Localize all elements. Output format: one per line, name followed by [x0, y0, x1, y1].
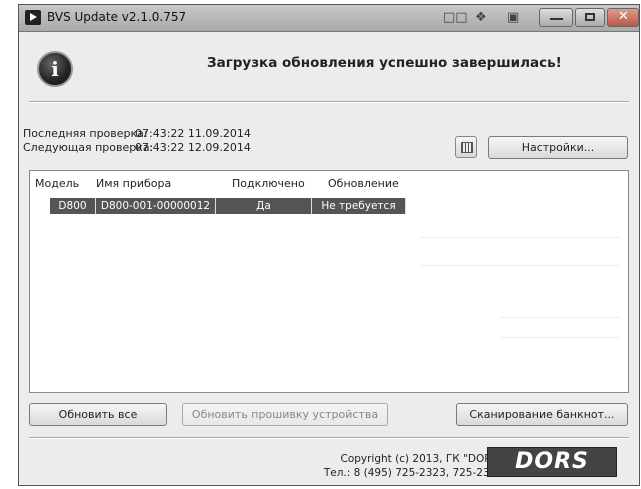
- screens-icon[interactable]: □□: [443, 10, 468, 26]
- cell-update: Не требуется: [312, 198, 406, 214]
- copyright-text: Copyright (c) 2013, ГК "DORS": [340, 453, 503, 465]
- column-header-update[interactable]: Обновление: [328, 177, 399, 190]
- tray-icon[interactable]: ▣: [507, 10, 519, 26]
- app-logo-icon: [25, 10, 41, 25]
- status-headline: Загрузка обновления успешно завершилась!: [207, 55, 562, 71]
- column-header-device-name[interactable]: Имя прибора: [96, 177, 171, 190]
- column-header-model[interactable]: Модель: [35, 177, 79, 190]
- device-table[interactable]: Модель Имя прибора Подключено Обновление…: [29, 170, 629, 393]
- update-firmware-button[interactable]: Обновить прошивку устройства: [182, 403, 388, 426]
- next-check-value: 07:43:22 12.09.2014: [135, 141, 251, 154]
- settings-button[interactable]: Настройки...: [488, 136, 628, 159]
- grid-line: [420, 265, 620, 266]
- close-icon: ✕: [618, 9, 629, 24]
- cell-model: D800: [50, 198, 96, 214]
- table-row[interactable]: D800 D800-001-00000012 Да Не требуется: [50, 198, 430, 214]
- column-header-connected[interactable]: Подключено: [232, 177, 305, 190]
- log-button[interactable]: [455, 136, 477, 158]
- window-title: BVS Update v2.1.0.757: [47, 10, 187, 24]
- maximize-button[interactable]: [575, 8, 605, 27]
- cell-device-name: D800-001-00000012: [96, 198, 216, 214]
- scan-banknotes-button[interactable]: Сканирование банкнот...: [456, 403, 628, 426]
- network-icon[interactable]: ❖: [475, 10, 487, 26]
- grid-line: [500, 317, 620, 318]
- last-check-label: Последняя проверка:: [23, 127, 148, 140]
- phone-text: Тел.: 8 (495) 725-2323, 725-2325: [323, 467, 503, 479]
- app-window: BVS Update v2.1.0.757 □□ ❖ ▣ ✕ Загрузка …: [18, 4, 640, 486]
- minimize-button[interactable]: [539, 8, 573, 27]
- divider: [29, 101, 629, 103]
- close-button[interactable]: ✕: [607, 8, 639, 27]
- cell-connected: Да: [216, 198, 312, 214]
- info-icon: [37, 51, 73, 87]
- grid-line: [500, 337, 620, 338]
- divider: [29, 437, 629, 439]
- last-check-value: 07:43:22 11.09.2014: [135, 127, 251, 140]
- title-bar[interactable]: BVS Update v2.1.0.757 □□ ❖ ▣ ✕: [19, 5, 639, 32]
- dors-logo: DORS: [487, 447, 617, 477]
- next-check-label: Следующая проверка:: [23, 141, 154, 154]
- grid-line: [420, 237, 620, 238]
- update-all-button[interactable]: Обновить все: [29, 403, 167, 426]
